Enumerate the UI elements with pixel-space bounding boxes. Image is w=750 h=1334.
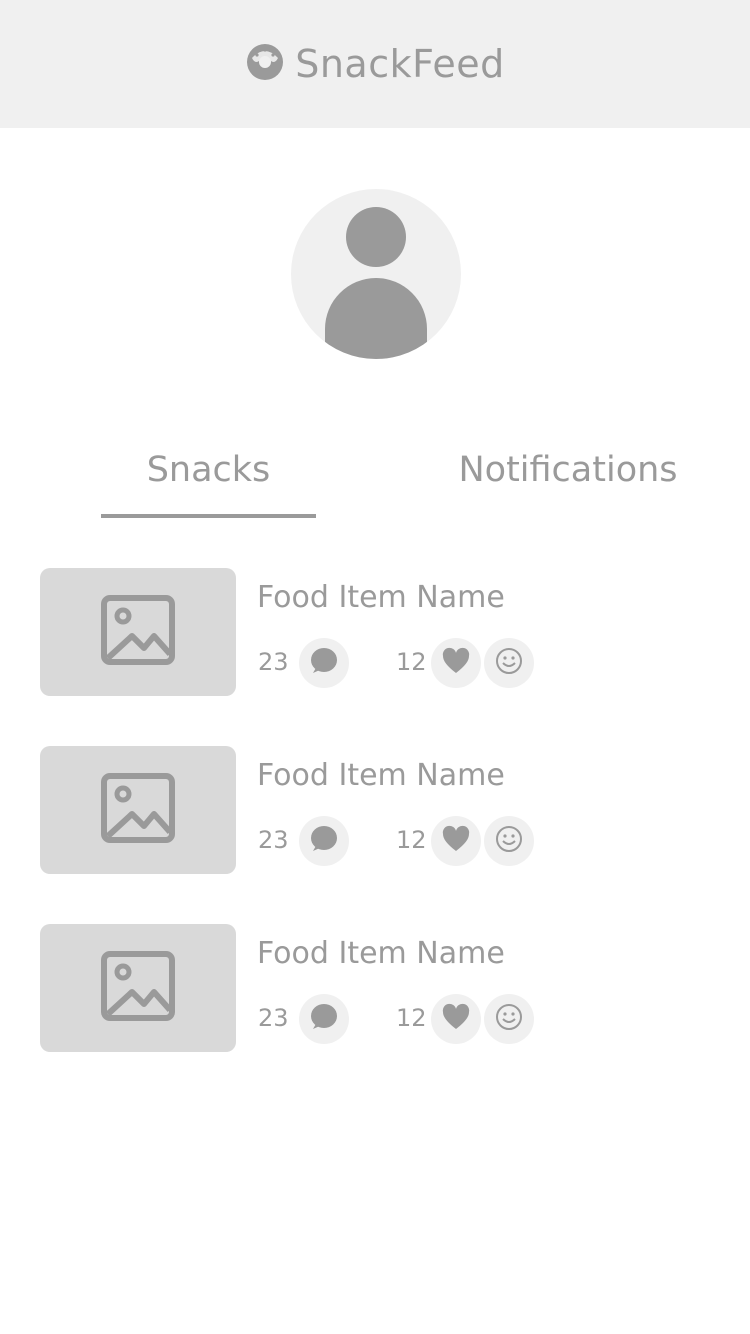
tab-notifications[interactable]: Notifications: [455, 450, 681, 518]
heart-icon: [441, 1002, 471, 1036]
smiley-icon: [494, 646, 524, 680]
comment-count: 23: [258, 826, 289, 854]
comment-count: 23: [258, 1004, 289, 1032]
food-thumbnail[interactable]: [40, 924, 236, 1052]
reaction-button[interactable]: [484, 816, 534, 866]
app-header: SnackFeed: [0, 0, 750, 128]
tab-snacks[interactable]: Snacks: [101, 450, 316, 518]
comment-bubble-icon: [309, 824, 339, 858]
heart-icon: [441, 824, 471, 858]
food-thumbnail[interactable]: [40, 568, 236, 696]
like-count: 12: [396, 1004, 427, 1032]
feed-item[interactable]: Food Item Name 23 12: [40, 568, 720, 696]
like-button[interactable]: [431, 994, 481, 1044]
reaction-button[interactable]: [484, 994, 534, 1044]
smiley-icon: [494, 824, 524, 858]
like-button[interactable]: [431, 816, 481, 866]
user-avatar-icon: [291, 189, 461, 359]
like-button[interactable]: [431, 638, 481, 688]
like-count: 12: [396, 648, 427, 676]
smiley-icon: [494, 1002, 524, 1036]
comment-bubble-icon: [309, 1002, 339, 1036]
donut-icon: [245, 42, 295, 86]
food-item-name: Food Item Name: [257, 580, 505, 615]
profile-avatar[interactable]: [291, 189, 461, 359]
food-item-name: Food Item Name: [257, 936, 505, 971]
app-title: SnackFeed: [295, 42, 505, 86]
comment-count: 23: [258, 648, 289, 676]
image-placeholder-icon: [98, 946, 178, 1030]
comment-button[interactable]: [299, 816, 349, 866]
food-item-name: Food Item Name: [257, 758, 505, 793]
feed-item[interactable]: Food Item Name 23 12: [40, 924, 720, 1052]
comment-button[interactable]: [299, 994, 349, 1044]
comment-button[interactable]: [299, 638, 349, 688]
food-thumbnail[interactable]: [40, 746, 236, 874]
comment-bubble-icon: [309, 646, 339, 680]
heart-icon: [441, 646, 471, 680]
image-placeholder-icon: [98, 590, 178, 674]
image-placeholder-icon: [98, 768, 178, 852]
reaction-button[interactable]: [484, 638, 534, 688]
app-logo[interactable]: SnackFeed: [245, 42, 505, 86]
feed-item[interactable]: Food Item Name 23 12: [40, 746, 720, 874]
like-count: 12: [396, 826, 427, 854]
